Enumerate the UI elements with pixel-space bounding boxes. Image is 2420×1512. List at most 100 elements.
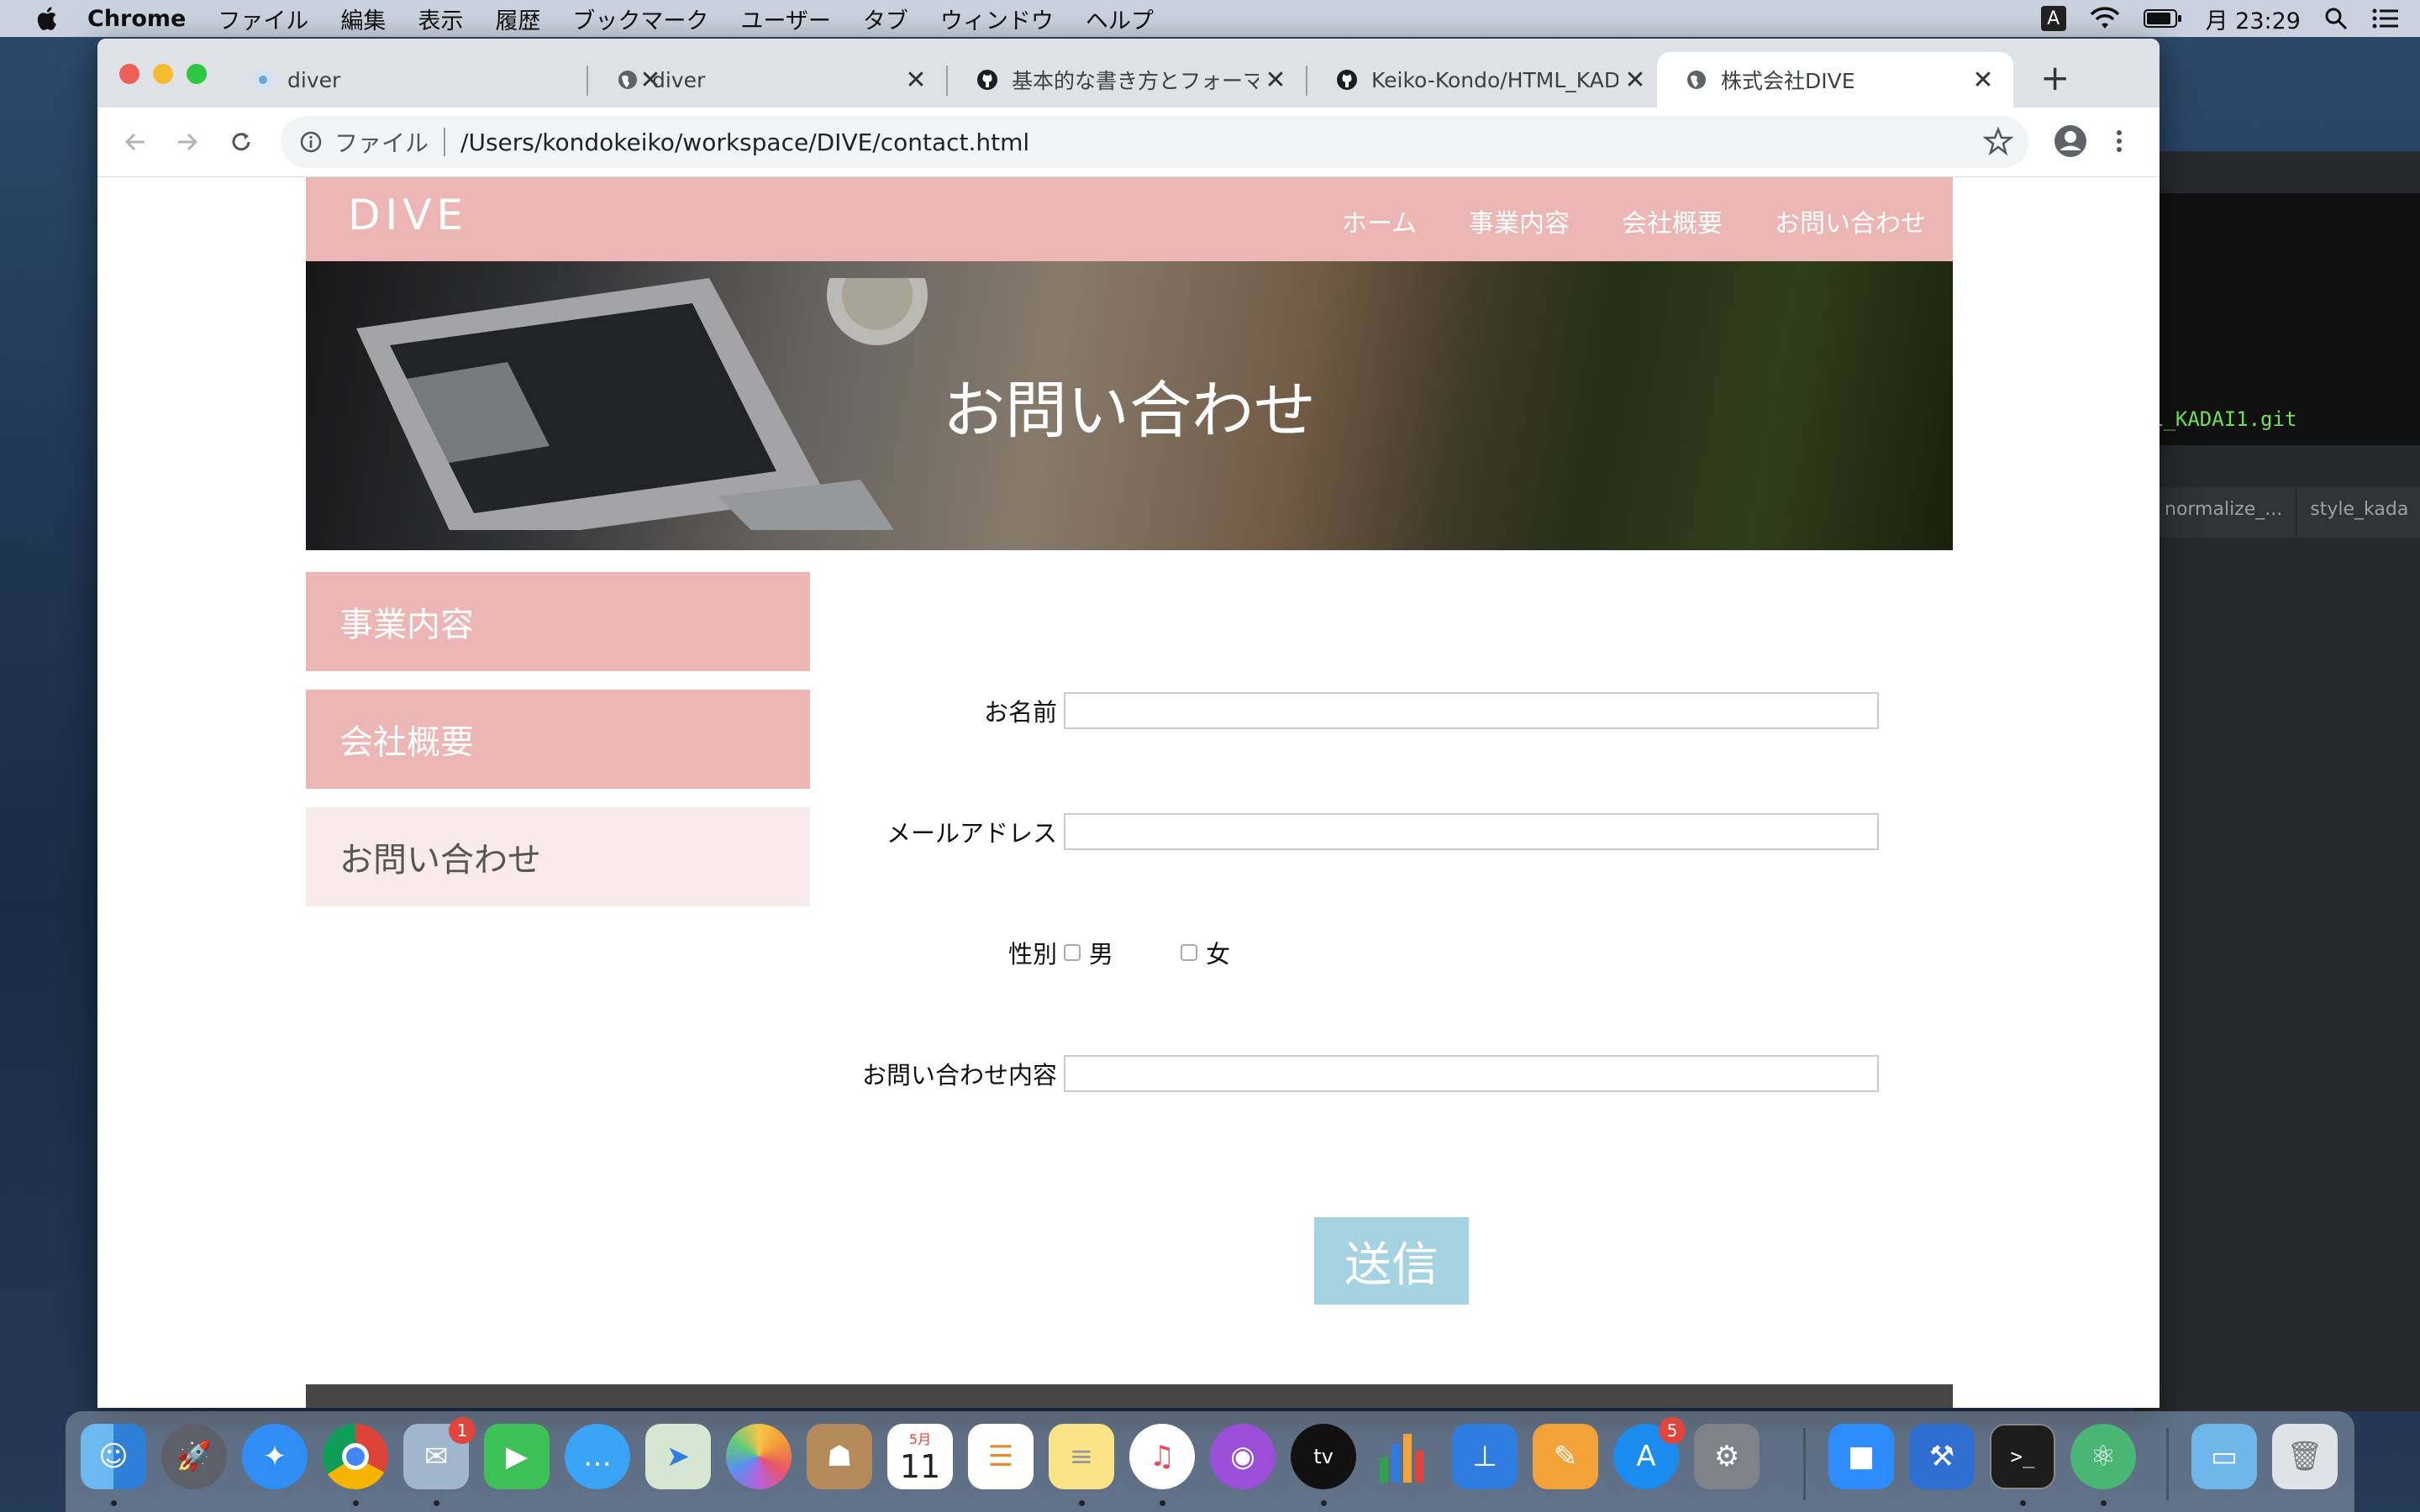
menu-window[interactable]: ウィンドウ [940, 3, 1054, 35]
running-indicator [111, 1500, 117, 1506]
close-tab-icon[interactable]: ✕ [1259, 66, 1292, 95]
sidebar-item-services[interactable]: 事業内容 [306, 572, 810, 671]
launchpad-icon[interactable]: 🚀 [161, 1424, 227, 1489]
running-indicator [353, 1500, 359, 1506]
hero-banner: お問い合わせ [306, 261, 1953, 550]
close-tab-icon[interactable]: ✕ [899, 66, 933, 95]
minimize-window-button[interactable] [153, 64, 173, 84]
dock-separator [1803, 1428, 1806, 1500]
zoom-icon[interactable]: ■ [1828, 1424, 1894, 1489]
apple-menu-icon[interactable] [34, 4, 62, 33]
battery-icon[interactable] [2143, 8, 2182, 29]
web-page: DIVE ホーム 事業内容 会社概要 お問い合わせ お問い合わせ 事業内容 会社… [97, 177, 2160, 1408]
bookmark-star-icon[interactable] [1983, 126, 2013, 156]
app-store-badge: 5 [1659, 1417, 1686, 1444]
menu-file[interactable]: ファイル [218, 3, 308, 35]
name-input[interactable] [1064, 692, 1879, 729]
info-icon[interactable] [299, 130, 323, 154]
background-editor-tabs: normalize_... style_kada [2151, 487, 2420, 538]
music-icon[interactable]: ♫ [1129, 1424, 1195, 1489]
notes-icon[interactable]: ≡ [1049, 1424, 1114, 1489]
gender-female-checkbox[interactable] [1181, 944, 1198, 961]
tab-strip: diver ✕ diver ✕ 基本的な書き方とフォーマッ ✕ Keiko-Ko… [97, 39, 2160, 108]
numbers-icon[interactable] [1371, 1424, 1437, 1489]
site-header: DIVE ホーム 事業内容 会社概要 お問い合わせ [306, 177, 1953, 261]
forward-button[interactable] [168, 123, 207, 161]
address-bar[interactable]: ファイル /Users/kondokeiko/workspace/DIVE/co… [281, 116, 2028, 168]
menu-tab[interactable]: タブ [863, 3, 908, 35]
hero-title: お問い合わせ [943, 375, 1316, 447]
atom-icon[interactable]: ⚛ [2070, 1424, 2136, 1489]
wifi-icon[interactable] [2090, 7, 2120, 30]
running-indicator [1160, 1500, 1165, 1506]
spotlight-search-icon[interactable] [2324, 7, 2348, 30]
nav-link-home[interactable]: ホーム [1342, 202, 1417, 239]
notification-center-icon[interactable] [2371, 7, 2400, 30]
email-input[interactable] [1064, 813, 1879, 850]
back-button[interactable] [116, 123, 155, 161]
site-logo[interactable]: DIVE [348, 191, 468, 239]
menu-clock[interactable]: 月 23:29 [2206, 3, 2301, 35]
finder-icon[interactable]: ☺ [81, 1424, 146, 1489]
close-tab-icon[interactable]: ✕ [1966, 66, 2000, 95]
browser-tab[interactable]: Keiko-Kondo/HTML_KADA ✕ [1307, 52, 1665, 108]
profile-avatar-icon[interactable] [2052, 123, 2089, 160]
nav-link-company[interactable]: 会社概要 [1622, 202, 1723, 239]
podcasts-icon[interactable]: ◉ [1210, 1424, 1276, 1489]
facetime-icon[interactable]: ▶ [484, 1424, 550, 1489]
mail-icon[interactable]: ✉ 1 [403, 1417, 476, 1489]
close-tab-icon[interactable]: ✕ [1618, 66, 1652, 95]
editor-tab[interactable]: normalize_... [2151, 487, 2297, 538]
chrome-icon[interactable] [323, 1424, 388, 1489]
running-indicator [2101, 1500, 2107, 1506]
folder-icon[interactable]: ▭ [2191, 1424, 2257, 1489]
input-source-indicator[interactable]: A [2040, 6, 2066, 31]
chrome-window: diver ✕ diver ✕ 基本的な書き方とフォーマッ ✕ Keiko-Ko… [97, 39, 2160, 1408]
safari-icon[interactable]: ✦ [242, 1424, 308, 1489]
new-tab-button[interactable]: + [2040, 57, 2070, 98]
editor-tab[interactable]: style_kada [2296, 487, 2420, 538]
gender-row: 性別 男 女 [810, 933, 1953, 972]
keynote-icon[interactable]: ⊥ [1452, 1424, 1518, 1489]
xcode-icon[interactable]: ⚒ [1909, 1424, 1975, 1489]
contacts-icon[interactable]: ☗ [807, 1424, 872, 1489]
background-terminal: L_KADAI1.git [2151, 193, 2420, 445]
browser-tab[interactable]: diver ✕ [588, 52, 946, 108]
gender-male-checkbox[interactable] [1064, 944, 1081, 961]
trash-icon[interactable]: 🗑 [2272, 1424, 2338, 1489]
sidebar-item-contact[interactable]: お問い合わせ [306, 807, 810, 906]
nav-link-contact[interactable]: お問い合わせ [1775, 202, 1926, 239]
tab-title: diver [652, 67, 706, 92]
submit-button[interactable]: 送信 [1314, 1217, 1469, 1305]
reminders-icon[interactable]: ☰ [968, 1424, 1034, 1489]
messages-icon[interactable]: … [565, 1424, 630, 1489]
menu-app-name[interactable]: Chrome [87, 6, 186, 32]
zoom-window-button[interactable] [187, 64, 207, 84]
pages-icon[interactable]: ✎ [1533, 1424, 1598, 1489]
reload-button[interactable] [222, 123, 260, 161]
menu-view[interactable]: 表示 [418, 3, 463, 35]
more-options-icon[interactable] [2114, 123, 2124, 160]
system-preferences-icon[interactable]: ⚙ [1694, 1424, 1760, 1489]
nav-link-services[interactable]: 事業内容 [1469, 202, 1570, 239]
browser-tab[interactable]: 基本的な書き方とフォーマッ ✕ [948, 52, 1306, 108]
photos-icon[interactable] [726, 1424, 792, 1489]
calendar-day: 11 [899, 1448, 941, 1485]
app-store-icon[interactable]: A5 [1613, 1417, 1686, 1489]
sidebar-item-company[interactable]: 会社概要 [306, 690, 810, 789]
menu-edit[interactable]: 編集 [340, 3, 386, 35]
close-window-button[interactable] [119, 64, 139, 84]
menu-people[interactable]: ユーザー [740, 3, 830, 35]
url-text[interactable]: /Users/kondokeiko/workspace/DIVE/contact… [460, 129, 1029, 156]
tv-icon[interactable]: tv [1291, 1424, 1356, 1489]
message-input[interactable] [1064, 1055, 1879, 1092]
calendar-icon[interactable]: 5月 11 [887, 1424, 953, 1489]
dock-separator [2166, 1428, 2169, 1500]
menu-bookmarks[interactable]: ブックマーク [572, 3, 708, 35]
maps-icon[interactable]: ➤ [645, 1424, 711, 1489]
menu-history[interactable]: 履歴 [495, 3, 540, 35]
menu-help[interactable]: ヘルプ [1086, 3, 1154, 35]
terminal-icon[interactable]: >_ [1990, 1424, 2055, 1489]
globe-icon [618, 71, 637, 89]
browser-tab-active[interactable]: 株式会社DIVE ✕ [1657, 52, 2013, 108]
